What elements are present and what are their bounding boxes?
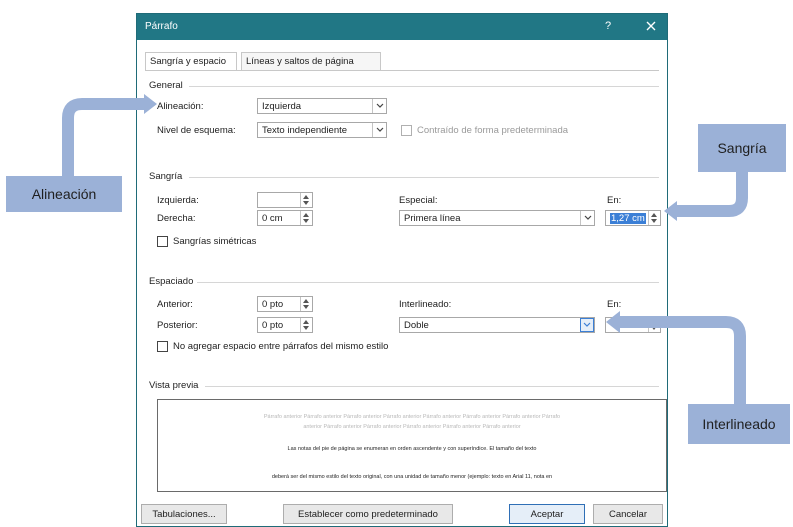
preview-text-line: Las notas del pie de página se enumeran … — [287, 446, 537, 452]
set-default-button[interactable]: Establecer como predeterminado — [283, 504, 453, 524]
spacing-after-value: 0 pto — [262, 320, 284, 331]
indent-left-label: Izquierda: — [157, 195, 199, 206]
line-spacing-select[interactable]: Doble — [399, 317, 595, 333]
alignment-value: Izquierda — [262, 101, 302, 112]
tabs-button[interactable]: Tabulaciones... — [141, 504, 227, 524]
indent-arrow — [676, 172, 748, 217]
no-space-same-style-label: No agregar espacio entre párrafos del mi… — [173, 341, 389, 352]
ok-button[interactable]: Aceptar — [509, 504, 585, 524]
outline-level-value: Texto independiente — [262, 125, 348, 136]
indent-right-input[interactable]: 0 cm — [257, 210, 313, 226]
preview-box: Párrafo anterior Párrafo anterior Párraf… — [157, 399, 667, 492]
indent-by-spinner[interactable] — [648, 211, 660, 225]
tab-lines-breaks[interactable]: Líneas y saltos de página — [241, 52, 381, 70]
spacing-before-spinner[interactable] — [300, 297, 312, 311]
spacing-before-value: 0 pto — [262, 299, 284, 310]
line-spacing-at-input[interactable] — [605, 317, 661, 333]
spacing-before-label: Anterior: — [157, 299, 193, 310]
help-button[interactable]: ? — [605, 20, 611, 32]
outline-level-label: Nivel de esquema: — [157, 125, 236, 136]
chevron-down-icon[interactable] — [372, 123, 386, 137]
collapsed-label: Contraído de forma predeterminada — [417, 125, 569, 136]
general-section-title: General — [149, 80, 183, 91]
spacing-section-title: Espaciado — [149, 276, 194, 287]
spacing-divider — [197, 282, 659, 283]
spacing-after-label: Posterior: — [157, 320, 198, 331]
paragraph-dialog: Párrafo ? Sangría y espacio Líneas y sal… — [136, 13, 668, 527]
close-icon[interactable] — [642, 17, 660, 35]
spacing-after-spinner[interactable] — [300, 318, 312, 332]
indent-left-spinner[interactable] — [300, 193, 312, 207]
tab-divider — [145, 70, 659, 71]
indent-left-input[interactable] — [257, 192, 313, 208]
chevron-down-icon[interactable] — [580, 211, 594, 225]
general-divider — [189, 86, 659, 87]
cancel-button[interactable]: Cancelar — [593, 504, 663, 524]
alignment-label: Alineación: — [157, 101, 204, 112]
indent-right-value: 0 cm — [262, 213, 283, 224]
spacing-before-input[interactable]: 0 pto — [257, 296, 313, 312]
spacing-after-input[interactable]: 0 pto — [257, 317, 313, 333]
indent-right-label: Derecha: — [157, 213, 196, 224]
title-bar: Párrafo ? — [137, 14, 667, 40]
preview-section-title: Vista previa — [149, 380, 199, 391]
line-spacing-at-label: En: — [607, 299, 622, 310]
dialog-title: Párrafo — [145, 21, 178, 32]
mirror-indents-label: Sangrías simétricas — [173, 236, 257, 247]
indent-by-input[interactable]: 1,27 cm — [605, 210, 661, 226]
indent-right-spinner[interactable] — [300, 211, 312, 225]
tab-indent-spacing[interactable]: Sangría y espacio — [145, 52, 237, 70]
line-spacing-label: Interlineado: — [399, 299, 452, 310]
alignment-callout: Alineación — [6, 176, 122, 212]
indent-divider — [189, 177, 659, 178]
indent-section-title: Sangría — [149, 171, 183, 182]
chevron-down-icon[interactable] — [372, 99, 386, 113]
special-select[interactable]: Primera línea — [399, 210, 595, 226]
chevron-down-icon[interactable] — [580, 318, 594, 332]
preview-previous-line: anterior Párrafo anterior Párrafo anteri… — [303, 424, 521, 430]
no-space-same-style-checkbox[interactable] — [157, 341, 168, 352]
preview-text-line: deberá ser del mismo estilo del texto or… — [271, 474, 553, 480]
mirror-indents-checkbox[interactable] — [157, 236, 168, 247]
outline-level-select[interactable]: Texto independiente — [257, 122, 387, 138]
alignment-select[interactable]: Izquierda — [257, 98, 387, 114]
special-label: Especial: — [399, 195, 438, 206]
collapsed-checkbox[interactable] — [401, 125, 412, 136]
preview-divider — [205, 386, 659, 387]
indent-by-label: En: — [607, 195, 622, 206]
line-spacing-at-spinner[interactable] — [648, 318, 660, 332]
indent-callout: Sangría — [698, 124, 786, 172]
special-value: Primera línea — [404, 213, 461, 224]
line-spacing-value: Doble — [404, 320, 429, 331]
preview-previous-line: Párrafo anterior Párrafo anterior Párraf… — [263, 414, 561, 420]
line-spacing-callout: Interlineado — [688, 404, 790, 444]
indent-by-value: 1,27 cm — [610, 213, 646, 224]
